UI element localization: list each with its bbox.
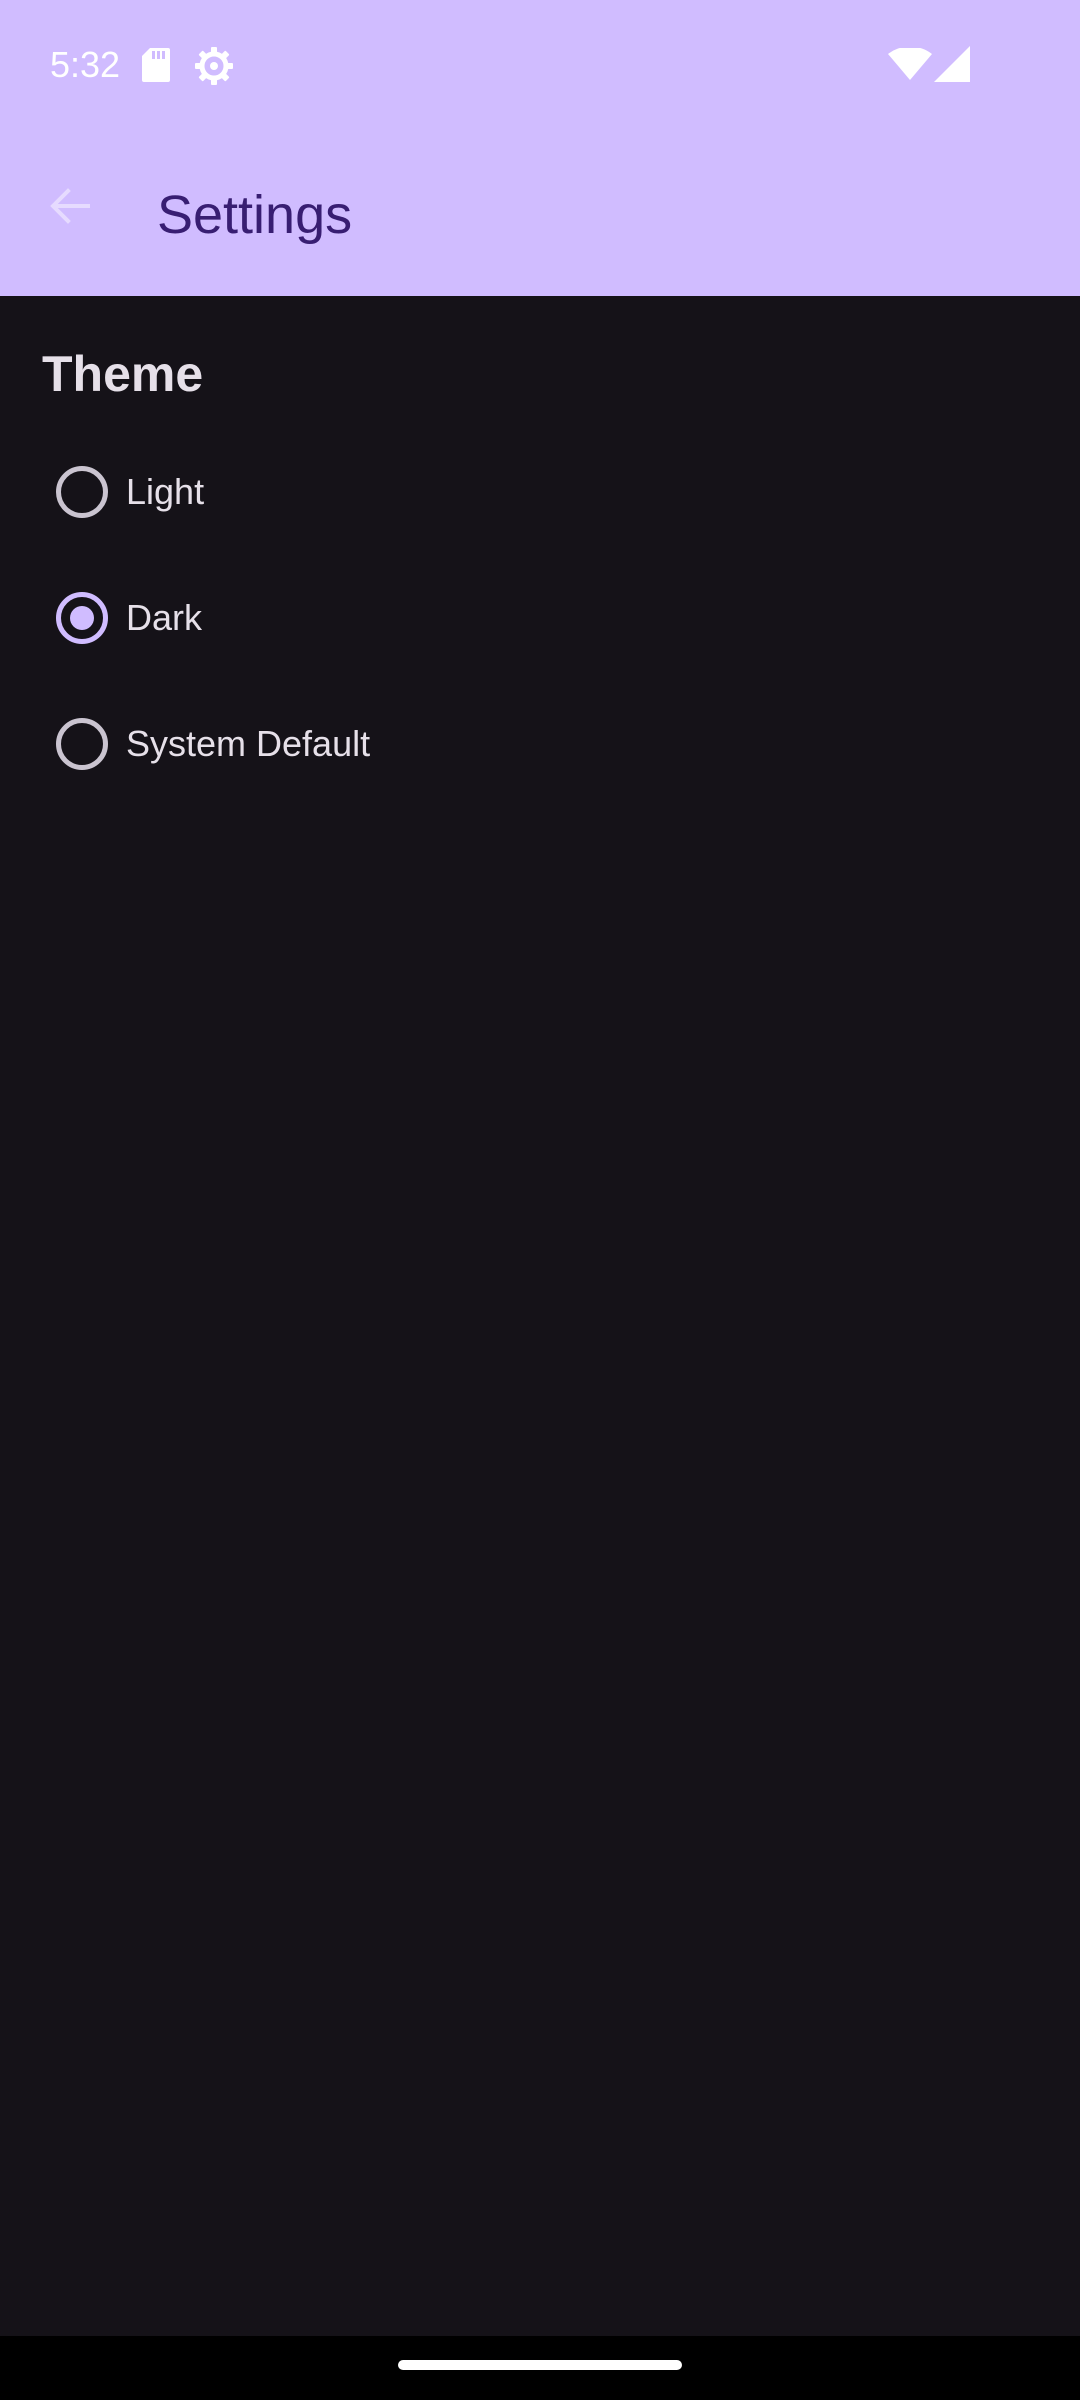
page-title: Settings [157, 185, 353, 245]
gear-icon [195, 47, 233, 85]
sd-card-icon [142, 48, 170, 82]
radio-button-dark[interactable] [56, 592, 108, 644]
top-app-bar: Settings [0, 128, 1080, 296]
signal-icon [934, 46, 970, 82]
arrow-back-icon [50, 188, 90, 224]
status-bar: 5:32 [0, 0, 1080, 128]
theme-option-label: System Default [126, 723, 371, 764]
radio-button-light[interactable] [56, 466, 108, 518]
theme-option-light[interactable]: Light [40, 437, 640, 547]
wifi-icon [888, 48, 932, 80]
radio-button-system-default[interactable] [56, 718, 108, 770]
back-button[interactable] [34, 170, 106, 242]
theme-section-title: Theme [42, 346, 204, 402]
theme-option-label: Light [126, 471, 205, 512]
home-indicator[interactable] [398, 2360, 682, 2370]
navigation-bar [0, 2336, 1080, 2400]
header-area: 5:32 Settings [0, 0, 1080, 296]
theme-option-system-default[interactable]: System Default [40, 689, 640, 799]
status-time: 5:32 [50, 44, 121, 85]
theme-option-dark[interactable]: Dark [40, 563, 640, 673]
theme-option-label: Dark [126, 597, 203, 638]
